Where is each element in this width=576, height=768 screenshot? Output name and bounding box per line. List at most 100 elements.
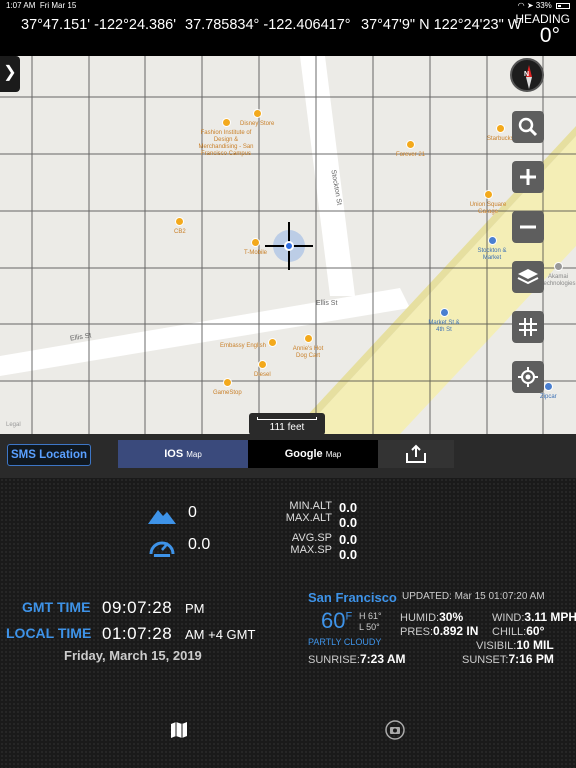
poi-pin-icon <box>221 118 231 127</box>
info-panel: 0 0.0 MIN.ALT MAX.ALT 0.0 0.0 AVG.SP MAX… <box>0 478 576 768</box>
compass-icon[interactable]: N <box>510 58 544 92</box>
status-time: 1:07 AM Fri Mar 15 <box>6 1 77 10</box>
poi-cb2[interactable]: CB2 <box>174 217 186 236</box>
poi-pin-icon <box>267 338 277 347</box>
weather-sunrise: SUNRISE:7:23 AM <box>308 652 406 666</box>
battery-percent: 33% <box>535 1 552 10</box>
status-right: ◠ ➤ 33% <box>518 1 570 10</box>
poi-market-4th[interactable]: Market St & 4th St <box>424 308 464 334</box>
zoom-out-button[interactable] <box>512 211 544 243</box>
battery-icon <box>556 3 570 9</box>
compass-letter: N <box>524 71 530 78</box>
weather-updated: UPDATED: Mar 15 01:07:20 AM <box>402 591 545 602</box>
legal-link[interactable]: Legal <box>6 422 21 428</box>
coord-degrees-minutes: 37°47.151' -122°24.386' <box>21 17 177 33</box>
map-view[interactable]: Disney Store Fashion Institute of Design… <box>0 56 576 434</box>
weather-condition: PARTLY CLOUDY <box>308 637 382 647</box>
map-icon[interactable] <box>171 722 187 738</box>
grid-toggle-button[interactable] <box>512 311 544 343</box>
crosshair-locate-icon <box>518 367 538 387</box>
map-scale: 111 feet <box>249 413 325 434</box>
speed-value: 0.0 <box>188 536 211 553</box>
transit-stop-icon <box>487 236 497 245</box>
local-time-label: LOCAL TIME <box>6 625 92 641</box>
search-button[interactable] <box>512 111 544 143</box>
gmt-time-label: GMT TIME <box>22 599 91 615</box>
poi-pin-icon <box>257 360 267 369</box>
poi-pin-icon <box>252 109 262 118</box>
search-icon <box>518 117 538 137</box>
poi-union-square-garage[interactable]: Union Square Garage <box>466 190 510 216</box>
share-icon <box>406 444 426 463</box>
poi-akamai[interactable]: Akamai Technologies <box>540 262 576 288</box>
share-button[interactable] <box>378 440 454 468</box>
poi-pin-icon <box>553 262 563 271</box>
scale-bar <box>257 417 317 420</box>
poi-pin-icon <box>303 334 313 343</box>
grid-icon <box>519 318 537 336</box>
transit-stop-icon <box>439 308 449 317</box>
weather-pressure: PRES:0.892 IN <box>400 624 479 638</box>
side-panel-toggle[interactable]: ❯ <box>0 56 20 92</box>
poi-pin-icon <box>251 238 260 247</box>
poi-pin-icon <box>495 124 505 133</box>
poi-pin-icon <box>175 217 185 226</box>
location-arrow-icon: ➤ <box>526 1 534 10</box>
weather-low: L 50° <box>359 622 380 632</box>
plus-icon <box>520 169 536 185</box>
min-alt-value: 0.0 <box>339 500 358 515</box>
coord-dms: 37°47'9" N 122°24'23" W <box>361 17 522 33</box>
minus-icon <box>520 225 536 229</box>
altitude-value: 0 <box>188 504 197 521</box>
avg-speed-label: AVG.SP <box>291 532 332 544</box>
poi-gamestop[interactable]: GameStop <box>213 378 242 397</box>
min-alt-label: MIN.ALT <box>289 500 332 512</box>
avg-speed-value: 0.0 <box>339 532 358 547</box>
map-source-toggle: IOS Map Google Map <box>118 440 378 468</box>
poi-forever-21[interactable]: Forever 21 <box>396 140 425 159</box>
max-speed-value: 0.0 <box>339 547 358 562</box>
gmt-time-suffix: PM <box>185 601 205 616</box>
poi-fidm[interactable]: Fashion Institute of Design & Merchandis… <box>196 118 256 158</box>
max-alt-label: MAX.ALT <box>285 512 332 524</box>
poi-t-mobile[interactable]: T-Mobile <box>244 238 267 257</box>
sms-location-button[interactable]: SMS Location <box>7 444 91 466</box>
mountain-icon <box>148 510 176 524</box>
poi-annies-hot-dog-cart[interactable]: Annie's Hot Dog Cart <box>290 334 326 360</box>
poi-pin-icon <box>543 382 553 391</box>
poi-stockton-market[interactable]: Stockton & Market <box>474 236 510 262</box>
weather-high: H 61° <box>359 611 382 621</box>
ios-map-tab[interactable]: IOS Map <box>118 440 248 468</box>
local-time-suffix: AM +4 GMT <box>185 627 256 642</box>
weather-sunset: SUNSET:7:16 PM <box>462 652 554 666</box>
poi-pin-icon <box>483 190 493 199</box>
weather-temperature: 60F <box>321 608 353 633</box>
camera-icon[interactable] <box>385 720 405 740</box>
poi-starbucks[interactable]: Starbucks <box>487 124 514 143</box>
street-label-ellis: Ellis St <box>316 300 338 307</box>
current-location-dot <box>284 241 294 251</box>
map-layers-button[interactable] <box>512 261 544 293</box>
poi-embassy-english[interactable]: Embassy English <box>220 338 277 350</box>
locate-me-button[interactable] <box>512 361 544 393</box>
zoom-in-button[interactable] <box>512 161 544 193</box>
speedometer-icon <box>149 541 175 557</box>
poi-diesel[interactable]: Diesel <box>254 360 271 379</box>
wifi-icon: ◠ <box>517 1 525 10</box>
local-date: Friday, March 15, 2019 <box>64 648 202 663</box>
compass-needle-south <box>526 77 532 89</box>
heading-value: 0° <box>539 24 560 47</box>
scale-label: 111 feet <box>269 422 305 433</box>
max-speed-label: MAX.SP <box>290 544 332 556</box>
local-time-value: 01:07:28 <box>102 624 173 643</box>
google-map-tab[interactable]: Google Map <box>248 440 378 468</box>
map-control-bar: SMS Location IOS Map Google Map <box>0 434 576 478</box>
max-alt-value: 0.0 <box>339 515 358 530</box>
poi-pin-icon <box>406 140 415 149</box>
coord-decimal: 37.785834° -122.406417° <box>185 17 351 33</box>
layers-icon <box>517 269 539 285</box>
poi-pin-icon <box>222 378 232 387</box>
status-bar: 1:07 AM Fri Mar 15 ◠ ➤ 33% <box>0 0 576 12</box>
coordinate-header: 37°47.151' -122°24.386' 37.785834° -122.… <box>0 12 576 56</box>
weather-city: San Francisco <box>308 590 397 605</box>
